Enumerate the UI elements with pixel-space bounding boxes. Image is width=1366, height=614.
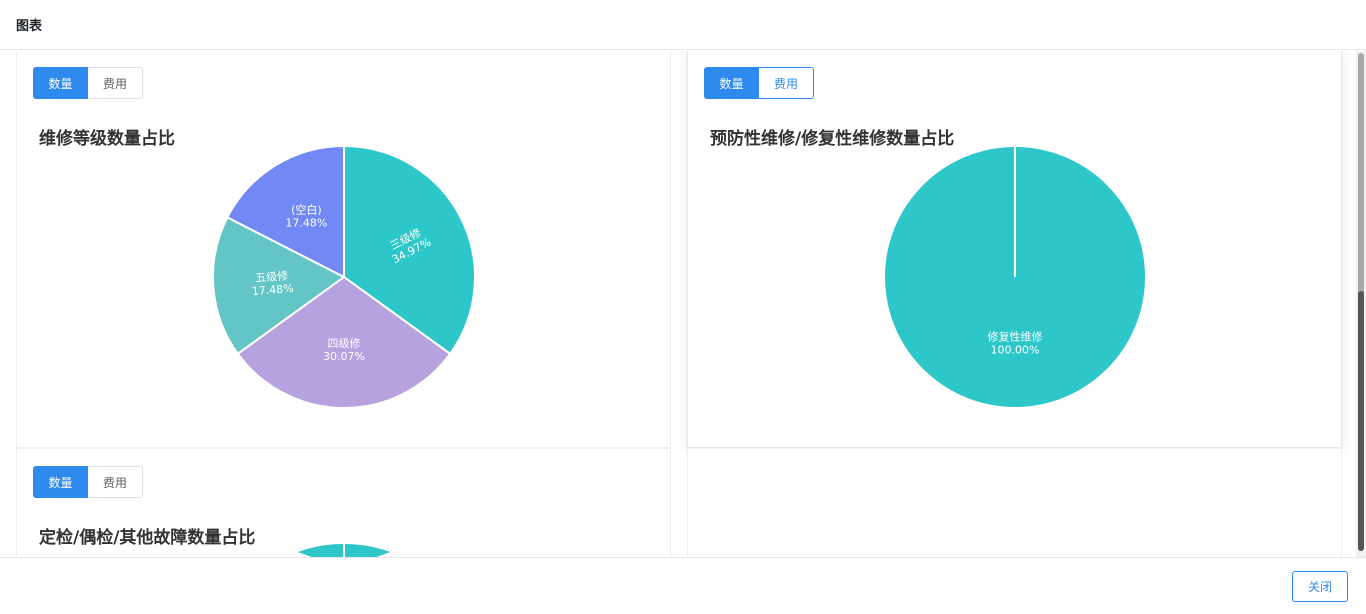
pie-label-name: (空白)	[291, 203, 322, 217]
pie-label-percent: 17.48%	[285, 217, 327, 230]
chart-card-repair-level: 数量 费用 维修等级数量占比 三级修 34.97% 四级修 30.07% 五级修 17.4…	[16, 51, 671, 448]
close-button[interactable]: 关闭	[1292, 571, 1348, 602]
dialog-body[interactable]: 数量 费用 维修等级数量占比 三级修 34.97% 四级修 30.07% 五级修 17.4…	[0, 51, 1356, 557]
pie-label-name: 修复性维修	[988, 330, 1043, 344]
pie-label: 四级修30.07%	[323, 336, 365, 363]
pie-slice-partial	[298, 543, 344, 557]
dialog-title: 图表	[16, 19, 43, 34]
pie-label: 五级修17.48%	[251, 268, 294, 298]
pie-label-percent: 100.00%	[991, 344, 1040, 357]
vertical-scrollbar[interactable]	[1356, 51, 1366, 557]
pie-chart: 修复性维修100.00%	[883, 145, 1147, 409]
dialog-header: 图表	[0, 0, 1366, 50]
dialog-footer: 关闭	[0, 557, 1366, 614]
pie-label-name: 四级修	[327, 336, 360, 350]
pie-chart-partial	[298, 543, 390, 557]
chart-card-preventive-corrective: 数量 费用 预防性维修/修复性维修数量占比 修复性维修 100.00%	[687, 51, 1342, 448]
pie-slice-partial	[344, 543, 390, 557]
chart-card-inspection-type: 数量 费用 定检/偶检/其他故障数量占比	[16, 448, 671, 557]
pie-chart: 三级修34.97%四级修30.07%五级修17.48%(空白)17.48%	[212, 144, 476, 409]
pie-label: (空白)17.48%	[285, 203, 327, 230]
pie-label-percent: 30.07%	[323, 350, 365, 363]
pie-label: 修复性维修100.00%	[988, 330, 1043, 357]
chart-card-empty	[687, 448, 1342, 557]
scrollbar-thumb[interactable]	[1358, 291, 1364, 551]
